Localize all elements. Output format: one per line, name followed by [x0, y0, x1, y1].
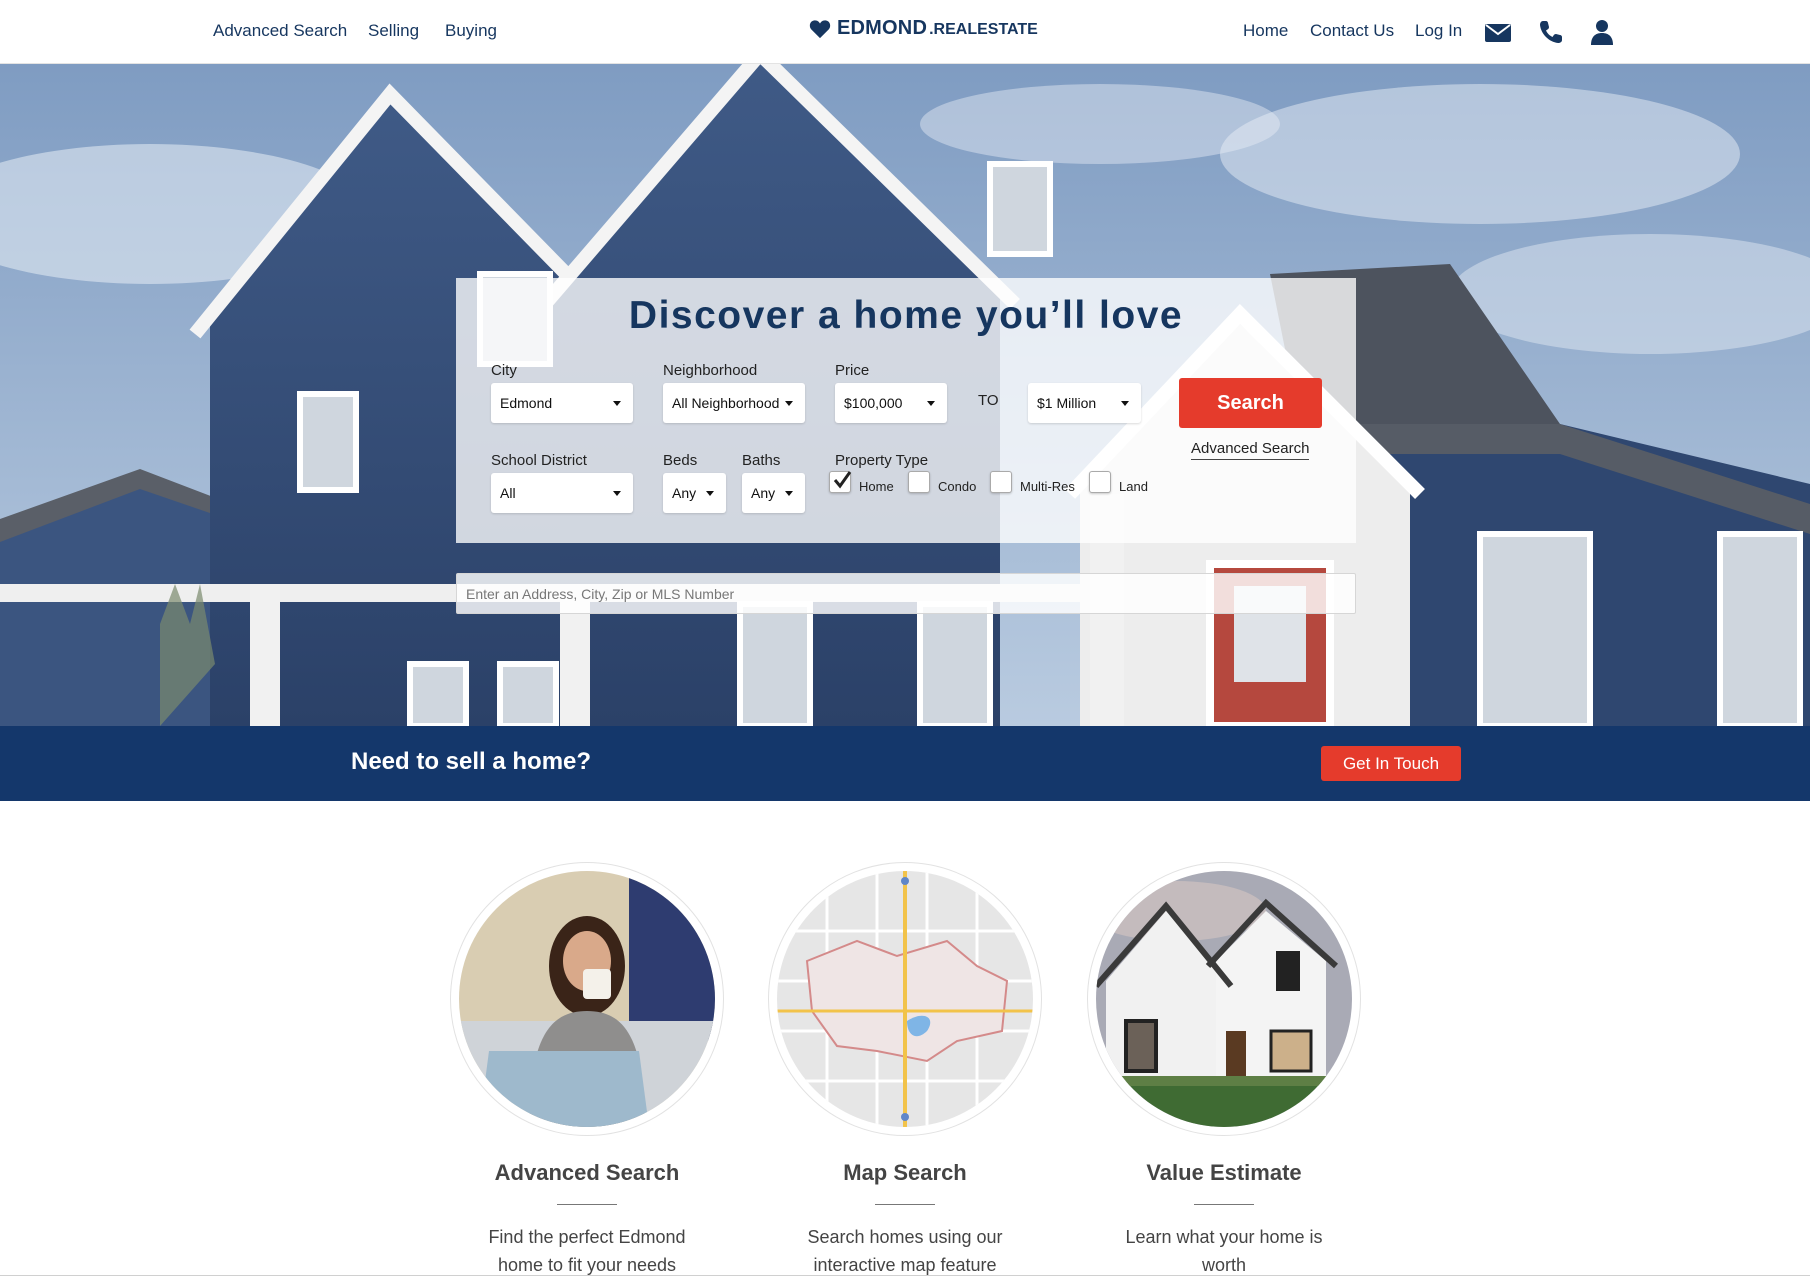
feature-title: Advanced Search: [494, 1160, 680, 1185]
beds-select[interactable]: Any: [663, 473, 726, 513]
city-map-image: [777, 871, 1033, 1127]
phone-icon[interactable]: [1537, 18, 1565, 46]
feature-image-frame: [450, 862, 724, 1136]
price-min-select[interactable]: $100,000: [835, 383, 947, 423]
advanced-search-link[interactable]: Advanced Search: [1191, 440, 1310, 460]
brand-suffix: .REALESTATE: [929, 21, 1038, 38]
checkmark-icon: [833, 471, 852, 489]
feature-advanced-search[interactable]: Advanced Search Find the perfect Edmond …: [450, 862, 724, 1278]
price-to-label: TO: [978, 392, 999, 409]
divider: [1194, 1204, 1254, 1205]
neighborhood-label: Neighborhood: [663, 362, 758, 379]
feature-title: Value Estimate: [1146, 1160, 1302, 1185]
condo-checkbox-label: Condo: [938, 479, 977, 494]
search-title: Discover a home you’ll love: [628, 294, 1184, 337]
brand-name: EDMOND: [837, 17, 928, 39]
search-button[interactable]: Search: [1179, 378, 1322, 428]
feature-value-estimate[interactable]: Value Estimate Learn what your home is w…: [1087, 862, 1361, 1278]
neighborhood-select[interactable]: All Neighborhoods: [663, 383, 805, 423]
divider: [875, 1204, 935, 1205]
feature-image-frame: [768, 862, 1042, 1136]
multi-res-checkbox-label: Multi-Res: [1020, 479, 1075, 494]
property-type-label: Property Type: [835, 452, 929, 469]
brand-logo[interactable]: EDMOND .REALESTATE: [809, 17, 1038, 40]
baths-select[interactable]: Any: [742, 473, 805, 513]
caret-down-icon: [1121, 401, 1129, 406]
white-house-image: [1096, 871, 1352, 1127]
top-navigation: Advanced Search Selling Buying EDMOND .R…: [0, 0, 1810, 64]
feature-title: Map Search: [843, 1160, 967, 1185]
envelope-icon[interactable]: [1484, 18, 1512, 46]
user-icon[interactable]: [1588, 18, 1616, 46]
nav-link-advanced-search[interactable]: Advanced Search: [213, 21, 347, 41]
sell-banner-text: Need to sell a home?: [351, 748, 592, 775]
search-panel: Discover a home you’ll love City Edmond …: [456, 278, 1356, 543]
heart-icon: [809, 19, 831, 38]
feature-map-search[interactable]: Map Search Search homes using our intera…: [768, 862, 1042, 1278]
footer-divider: [0, 1275, 1810, 1276]
baths-label: Baths: [742, 452, 781, 469]
feature-description: Find the perfect Edmond home to fit your…: [488, 1227, 686, 1275]
nav-link-log-in[interactable]: Log In: [1415, 21, 1462, 41]
condo-checkbox[interactable]: [908, 471, 930, 493]
home-checkbox[interactable]: [829, 471, 852, 493]
nav-link-buying[interactable]: Buying: [445, 21, 497, 41]
price-label: Price: [835, 362, 870, 379]
feature-image-frame: [1087, 862, 1361, 1136]
city-label: City: [491, 362, 517, 379]
caret-down-icon: [785, 401, 793, 406]
nav-link-selling[interactable]: Selling: [368, 21, 419, 41]
address-search-input[interactable]: [456, 573, 1356, 614]
nav-link-contact-us[interactable]: Contact Us: [1310, 21, 1394, 41]
city-select[interactable]: Edmond: [491, 383, 633, 423]
feature-description: Learn what your home is worth: [1125, 1227, 1323, 1275]
feature-description: Search homes using our interactive map f…: [807, 1227, 1003, 1275]
woman-with-laptop-image: [459, 871, 715, 1127]
price-max-select[interactable]: $1 Million: [1028, 383, 1141, 423]
land-checkbox-label: Land: [1119, 479, 1148, 494]
sell-banner: Need to sell a home? Get In Touch: [0, 726, 1810, 801]
multi-res-checkbox[interactable]: [990, 471, 1012, 493]
school-district-select[interactable]: All: [491, 473, 633, 513]
caret-down-icon: [785, 491, 793, 496]
caret-down-icon: [927, 401, 935, 406]
land-checkbox[interactable]: [1089, 471, 1111, 493]
get-in-touch-button[interactable]: Get In Touch: [1321, 746, 1461, 781]
hero-section: Discover a home you’ll love City Edmond …: [0, 64, 1810, 726]
school-district-label: School District: [491, 452, 587, 469]
caret-down-icon: [613, 401, 621, 406]
divider: [557, 1204, 617, 1205]
caret-down-icon: [613, 491, 621, 496]
nav-link-home[interactable]: Home: [1243, 21, 1288, 41]
caret-down-icon: [706, 491, 714, 496]
home-checkbox-label: Home: [859, 479, 894, 494]
beds-label: Beds: [663, 452, 698, 469]
